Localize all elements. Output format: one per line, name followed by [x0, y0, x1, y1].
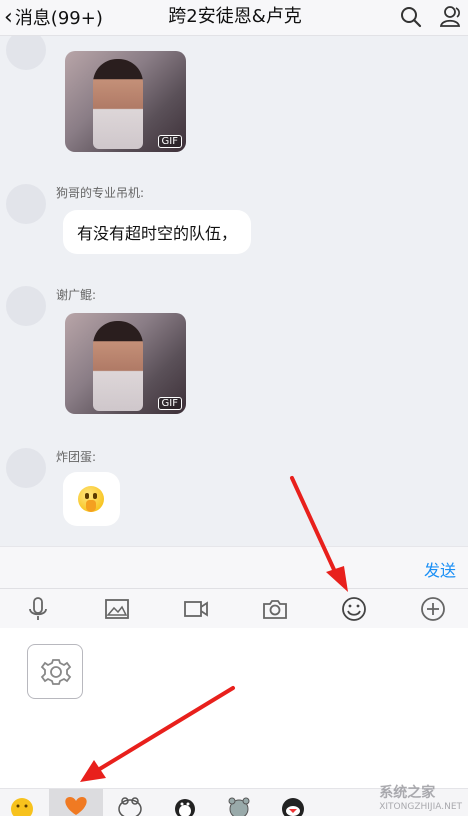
watermark-sub: XITONGZHIJIA.NET	[379, 802, 462, 812]
sender-name: 谢广鲲:	[56, 288, 97, 302]
avatar[interactable]	[6, 286, 46, 326]
frog-sticker-icon	[118, 797, 142, 816]
emoji-tab[interactable]	[0, 789, 54, 816]
gif-message[interactable]: GIF	[65, 51, 186, 152]
gif-badge: GIF	[157, 135, 182, 148]
message-input-bar[interactable]: 发送	[0, 546, 468, 588]
search-icon[interactable]	[398, 4, 424, 30]
input-toolbar	[0, 588, 468, 628]
gear-icon	[40, 659, 72, 685]
plus-icon[interactable]	[419, 595, 447, 623]
sticker-tab-3[interactable]	[211, 789, 265, 816]
heart-icon	[65, 797, 87, 815]
chevron-left-icon: ‹	[4, 4, 13, 30]
back-label: 消息(99+)	[14, 8, 103, 29]
favorites-tab[interactable]	[49, 789, 103, 816]
watermark-main: 系统之家	[379, 785, 436, 801]
emoji-icon[interactable]	[340, 595, 368, 623]
penguin-face-sticker-icon	[282, 798, 304, 816]
text-message[interactable]: 有没有超时空的队伍，	[63, 210, 252, 254]
chat-area[interactable]: GIF 狗哥的专业吊机: 有没有超时空的队伍， 谢广鲲: GIF 炸团蛋:	[0, 36, 468, 546]
avatar[interactable]	[6, 448, 46, 488]
message-text: 有没有超时空的队伍，	[77, 224, 238, 243]
bear-sticker-icon	[228, 797, 250, 816]
gif-image	[93, 321, 143, 411]
emoji-message[interactable]	[63, 472, 120, 526]
avatar[interactable]	[6, 184, 46, 224]
sticker-panel	[0, 628, 468, 788]
sticker-tab-4[interactable]	[265, 789, 319, 816]
avatar[interactable]	[6, 36, 46, 70]
gif-message[interactable]: GIF	[65, 313, 186, 414]
sticker-settings-button[interactable]	[27, 644, 83, 699]
sender-name: 狗哥的专业吊机:	[56, 186, 145, 200]
send-button[interactable]: 发送	[424, 557, 456, 581]
sender-name: 炸团蛋:	[56, 450, 97, 464]
chat-title: 跨2安徒恩&卢克	[168, 6, 302, 27]
back-button[interactable]: ‹ 消息(99+)	[4, 4, 103, 30]
watermark: 系统之家 XITONGZHIJIA.NET	[379, 782, 462, 812]
gif-image	[93, 59, 143, 149]
shushing-face-icon	[78, 486, 104, 512]
sticker-tab-1[interactable]	[103, 789, 157, 816]
smiley-icon	[11, 798, 33, 816]
gif-badge: GIF	[157, 397, 182, 410]
microphone-icon[interactable]	[24, 595, 52, 623]
header-bar: ‹ 消息(99+) 跨2安徒恩&卢克	[0, 0, 468, 36]
video-icon[interactable]	[182, 595, 210, 623]
group-members-icon[interactable]	[438, 4, 464, 30]
sticker-tab-2[interactable]	[157, 789, 211, 816]
penguin-sticker-icon	[175, 799, 195, 816]
camera-icon[interactable]	[261, 595, 289, 623]
image-icon[interactable]	[103, 595, 131, 623]
